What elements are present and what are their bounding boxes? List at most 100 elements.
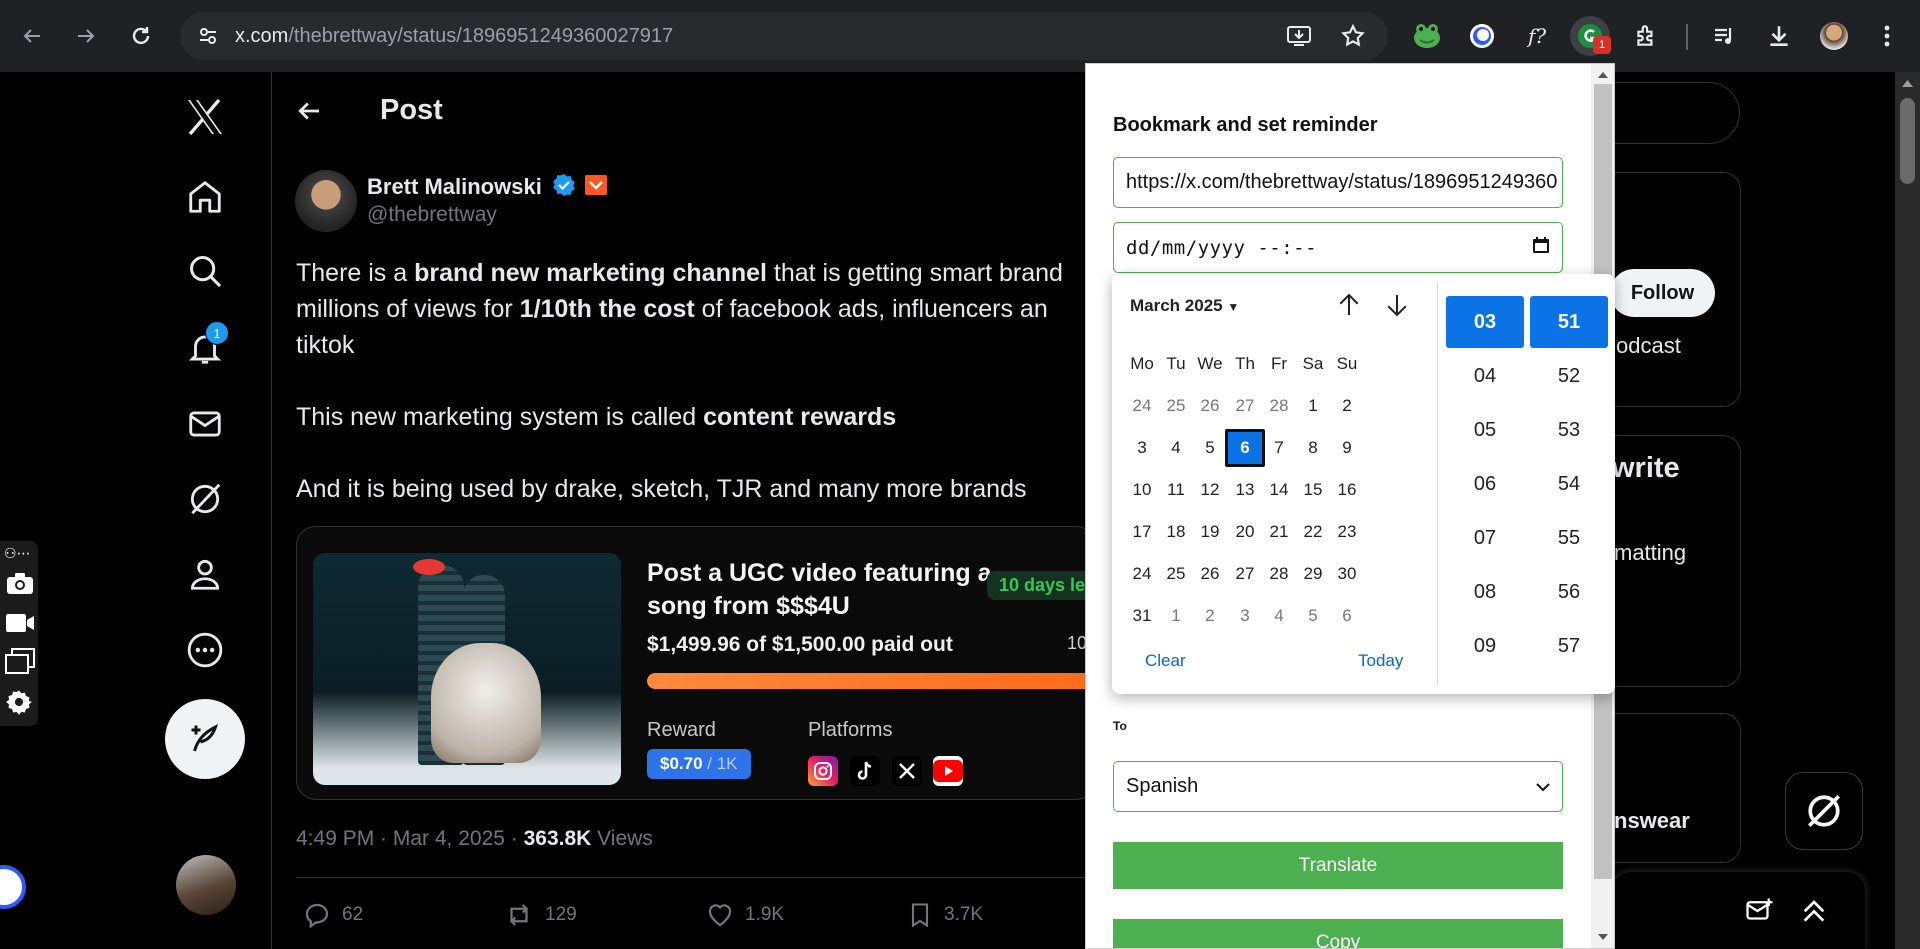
formula-extension-icon[interactable]: f? xyxy=(1517,16,1557,56)
next-month-arrow-icon[interactable] xyxy=(1382,290,1412,325)
hour-option[interactable]: 08 xyxy=(1446,566,1524,618)
minute-option[interactable]: 51 xyxy=(1530,296,1608,348)
payout-progress-fill xyxy=(647,673,1095,689)
follow-button[interactable]: Follow xyxy=(1610,269,1715,317)
grok-floating-button[interactable] xyxy=(1785,772,1863,850)
calendar-day[interactable]: 19 xyxy=(1190,513,1230,551)
reminder-datetime-input[interactable]: dd/mm/yyyy --:-- xyxy=(1113,222,1563,273)
author-name[interactable]: Brett Malinowski xyxy=(367,173,608,203)
circle-extension-icon[interactable] xyxy=(1462,16,1502,56)
calendar-day[interactable]: 9 xyxy=(1327,429,1367,467)
back-icon[interactable] xyxy=(12,16,52,56)
profile-person-icon[interactable] xyxy=(177,546,233,602)
active-extension-icon[interactable]: 1 xyxy=(1570,16,1611,56)
hour-option[interactable]: 04 xyxy=(1446,350,1524,402)
hour-option[interactable]: 07 xyxy=(1446,512,1524,564)
calendar-day[interactable]: 26 xyxy=(1190,387,1230,425)
download-icon[interactable] xyxy=(1759,16,1799,56)
back-arrow-icon[interactable] xyxy=(294,96,324,131)
profile-avatar-icon[interactable] xyxy=(1814,16,1854,56)
calendar-day[interactable]: 16 xyxy=(1327,471,1367,509)
language-selected: Spanish xyxy=(1126,775,1199,797)
calendar-day[interactable]: 26 xyxy=(1190,555,1230,593)
new-message-icon[interactable] xyxy=(1744,896,1776,931)
target-language-select[interactable]: Spanish xyxy=(1113,761,1563,812)
embedded-campaign-card[interactable]: Post a UGC video featuring a song from $… xyxy=(296,526,1096,800)
x-logo-icon[interactable] xyxy=(177,89,233,145)
account-avatar[interactable] xyxy=(176,855,236,915)
post-text-line: tiktok xyxy=(296,331,355,359)
address-bar[interactable]: x.com/thebrettway/status/189695124936002… xyxy=(180,12,1388,60)
calendar-day[interactable]: 6 xyxy=(1327,597,1367,635)
extensions-puzzle-icon[interactable] xyxy=(1626,16,1666,56)
campaign-title: Post a UGC video featuring a song from $… xyxy=(647,559,992,620)
calendar-day[interactable]: 12 xyxy=(1190,471,1230,509)
payout-progress-bar xyxy=(647,673,1095,689)
clear-button[interactable]: Clear xyxy=(1145,651,1186,671)
translate-button[interactable]: Translate xyxy=(1113,842,1563,889)
tiktok-icon xyxy=(850,756,880,786)
camera-icon[interactable] xyxy=(6,571,34,600)
frog-extension-icon[interactable] xyxy=(1407,16,1447,56)
settings-gear-icon[interactable] xyxy=(5,688,33,721)
messages-envelope-icon[interactable] xyxy=(177,396,233,452)
floating-ring-button[interactable] xyxy=(0,865,26,909)
chrome-menu-icon[interactable] xyxy=(1867,16,1907,56)
calendar-day[interactable]: 30 xyxy=(1327,555,1367,593)
text-run: There is a xyxy=(296,259,415,287)
hour-option[interactable]: 05 xyxy=(1446,404,1524,456)
more-circle-icon[interactable] xyxy=(177,622,233,678)
windows-icon[interactable] xyxy=(5,648,35,679)
reload-icon[interactable] xyxy=(121,16,161,56)
today-button[interactable]: Today xyxy=(1358,651,1403,671)
page-scrollbar-thumb[interactable] xyxy=(1900,98,1915,184)
calendar-day[interactable]: 5 xyxy=(1190,429,1230,467)
platforms-label: Platforms xyxy=(808,719,893,741)
like-button[interactable]: 1.9K xyxy=(705,900,784,930)
expand-chevrons-icon[interactable] xyxy=(1798,894,1830,931)
campaign-thumbnail xyxy=(313,553,621,785)
bookmark-star-icon[interactable] xyxy=(1340,23,1366,54)
video-camera-icon[interactable] xyxy=(5,612,35,639)
site-settings-icon[interactable] xyxy=(198,26,218,51)
calendar-day[interactable]: 2 xyxy=(1190,597,1230,635)
hour-option[interactable]: 03 xyxy=(1446,296,1524,348)
author-handle[interactable]: @thebrettway xyxy=(367,203,497,227)
minute-option[interactable]: 53 xyxy=(1530,404,1608,456)
bookmark-button[interactable]: 3.7K xyxy=(906,900,983,930)
copy-button[interactable]: Copy xyxy=(1113,919,1563,948)
previous-month-arrow-icon[interactable] xyxy=(1334,290,1364,325)
calendar-day[interactable]: 2 xyxy=(1327,387,1367,425)
minute-option[interactable]: 54 xyxy=(1530,458,1608,510)
weekday-label: Su xyxy=(1336,354,1358,373)
install-app-icon[interactable] xyxy=(1286,24,1312,53)
post-timestamp[interactable]: 4:49 PM · Mar 4, 2025 · xyxy=(296,827,524,850)
calendar-day[interactable]: 23 xyxy=(1327,513,1367,551)
month-year-selector[interactable]: March 2025 ▼ xyxy=(1130,296,1239,316)
page-scrollbar[interactable] xyxy=(1895,72,1920,949)
bookmark-count: 3.7K xyxy=(944,904,984,925)
repost-button[interactable]: 129 xyxy=(503,900,577,930)
text-run: millions of views for xyxy=(296,295,520,323)
capture-menu-icon[interactable]: ⚇⋯ xyxy=(4,545,31,562)
minute-option[interactable]: 57 xyxy=(1530,620,1608,672)
search-icon[interactable] xyxy=(177,243,233,299)
reply-button[interactable]: 62 xyxy=(302,900,363,930)
bookmark-url-input[interactable]: https://x.com/thebrettway/status/1896951… xyxy=(1113,157,1563,208)
messages-drawer[interactable] xyxy=(1613,872,1865,949)
home-icon[interactable] xyxy=(177,169,233,225)
reward-label: Reward xyxy=(647,719,716,741)
grok-icon[interactable] xyxy=(177,471,233,527)
search-box[interactable] xyxy=(1600,82,1740,144)
url-path: /thebrettway/status/1896951249360027917 xyxy=(288,25,674,47)
minute-option[interactable]: 55 xyxy=(1530,512,1608,564)
calendar-icon[interactable] xyxy=(1532,236,1550,259)
minute-option[interactable]: 56 xyxy=(1530,566,1608,618)
compose-post-button[interactable] xyxy=(165,699,245,779)
minute-option[interactable]: 52 xyxy=(1530,350,1608,402)
hour-option[interactable]: 06 xyxy=(1446,458,1524,510)
hour-option[interactable]: 09 xyxy=(1446,620,1524,672)
author-avatar[interactable] xyxy=(295,170,357,232)
forward-icon[interactable] xyxy=(66,16,106,56)
media-controls-icon[interactable] xyxy=(1705,16,1745,56)
